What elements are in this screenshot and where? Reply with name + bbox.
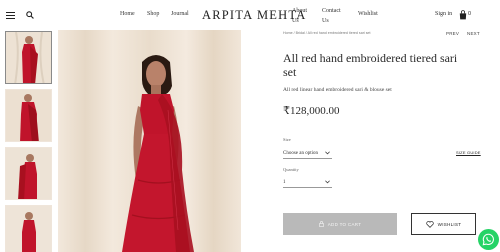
size-select-value: Choose an option	[283, 151, 318, 156]
brand-logo[interactable]: ARPITA MEHTA	[202, 8, 306, 23]
main-product-image[interactable]	[58, 30, 241, 252]
thumbnail-4-image	[6, 206, 51, 252]
chevron-down-icon	[325, 180, 330, 184]
nav-contact-line1: Contact	[322, 8, 341, 14]
bag-icon[interactable]	[459, 10, 467, 20]
nav-contact-us[interactable]: Contact Us	[322, 8, 341, 25]
nav-shop[interactable]: Shop	[147, 11, 159, 18]
lock-icon	[318, 221, 324, 227]
chevron-down-icon	[325, 151, 330, 155]
nav-contact-line2: Us	[322, 18, 329, 24]
product-price: ₹128,000.00	[283, 105, 340, 117]
add-to-cart-button[interactable]: ADD TO CART	[283, 213, 397, 235]
quantity-select-value: 1	[283, 180, 286, 185]
thumbnail-3-image	[6, 148, 51, 199]
size-select[interactable]: Choose an option	[283, 149, 332, 159]
wishlist-label: WISHLIST	[437, 221, 462, 227]
next-link[interactable]: NEXT	[467, 31, 480, 36]
heart-icon	[426, 220, 434, 228]
thumbnail-gallery	[5, 30, 52, 252]
thumbnail-1[interactable]	[5, 31, 52, 84]
sign-in-link[interactable]: Sign in	[435, 11, 452, 17]
size-label: Size	[283, 137, 291, 142]
quantity-select[interactable]: 1	[283, 178, 332, 188]
thumbnail-3[interactable]	[5, 147, 52, 200]
nav-about-line1: About	[292, 8, 307, 14]
nav-home[interactable]: Home	[120, 11, 135, 18]
thumbnail-4[interactable]	[5, 205, 52, 252]
add-to-cart-label: ADD TO CART	[327, 221, 362, 227]
nav-wishlist[interactable]: Wishlist	[358, 11, 378, 18]
thumbnail-2-image	[6, 90, 51, 141]
search-icon[interactable]	[26, 11, 34, 19]
quantity-label: Quantity	[283, 167, 299, 172]
size-guide-link[interactable]: SIZE GUIDE	[456, 150, 481, 155]
menu-icon[interactable]	[6, 12, 15, 19]
prev-link[interactable]: PREV	[446, 31, 459, 36]
wishlist-button[interactable]: WISHLIST	[411, 213, 476, 235]
product-title: All red hand embroidered tiered sari set	[283, 51, 458, 79]
nav-about-us[interactable]: About Us	[292, 8, 307, 25]
thumbnail-1-image	[6, 32, 51, 83]
thumbnail-2[interactable]	[5, 89, 52, 142]
nav-journal[interactable]: Journal	[171, 11, 189, 18]
site-header: Home Shop Journal ARPITA MEHTA About Us …	[0, 0, 500, 30]
breadcrumb[interactable]: Home / Bridal / All red hand embroidered…	[283, 31, 371, 35]
cart-count: 0	[468, 11, 472, 17]
whatsapp-button[interactable]	[478, 229, 499, 250]
nav-about-line2: Us	[292, 18, 299, 24]
whatsapp-icon	[482, 233, 494, 246]
product-subtitle: All red linear hand embroidered sari & b…	[283, 87, 392, 93]
product-photo	[58, 30, 241, 252]
